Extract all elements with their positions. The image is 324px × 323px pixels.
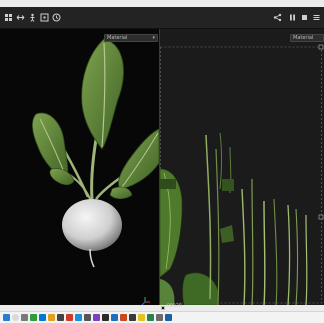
app-4-icon[interactable]: [57, 314, 64, 321]
app-9-icon[interactable]: [102, 314, 109, 321]
app-10-icon[interactable]: [111, 314, 118, 321]
app-6-icon[interactable]: [75, 314, 82, 321]
pbr-checkbox-label: PBR3R: [167, 304, 182, 309]
material-select-3d-value: Material: [107, 35, 128, 41]
app-5-icon[interactable]: [66, 314, 73, 321]
figure-icon[interactable]: [28, 13, 37, 22]
uv-texture-viewport[interactable]: Material: [160, 29, 324, 305]
arrows-icon[interactable]: [16, 13, 25, 22]
app-window: Material ▾ Material PBR3R: [0, 7, 324, 310]
grid-icon[interactable]: [4, 13, 13, 22]
app-2-icon[interactable]: [39, 314, 46, 321]
app-15-icon[interactable]: [156, 314, 163, 321]
material-select-2d-value: Material: [293, 35, 314, 41]
app-12-icon[interactable]: [129, 314, 136, 321]
stop-icon[interactable]: [300, 13, 309, 22]
frame-icon[interactable]: [40, 13, 49, 22]
app-7-icon[interactable]: [84, 314, 91, 321]
app-11-icon[interactable]: [120, 314, 127, 321]
app-1-icon[interactable]: [30, 314, 37, 321]
clock-icon[interactable]: [52, 13, 61, 22]
chevron-down-icon: ▾: [152, 35, 155, 41]
material-select-2d[interactable]: Material: [290, 34, 324, 42]
menu-icon[interactable]: [312, 13, 321, 22]
windows-icon[interactable]: [3, 314, 10, 321]
toolbar: [0, 7, 324, 29]
taskview-icon[interactable]: [21, 314, 28, 321]
taskbar: [0, 311, 324, 323]
search-icon[interactable]: [12, 314, 19, 321]
pbr-checkbox[interactable]: [161, 306, 165, 310]
pause-icon[interactable]: [288, 13, 297, 22]
app-14-icon[interactable]: [147, 314, 154, 321]
axis-gizmo-icon: [139, 293, 151, 305]
share-icon[interactable]: [273, 13, 282, 22]
turnip-model: [32, 38, 159, 268]
3d-viewport[interactable]: Material ▾: [0, 29, 159, 305]
texture-canvas: [160, 44, 324, 305]
app-3-icon[interactable]: [48, 314, 55, 321]
app-16-icon[interactable]: [165, 314, 172, 321]
app-8-icon[interactable]: [93, 314, 100, 321]
app-13-icon[interactable]: [138, 314, 145, 321]
material-select-3d[interactable]: Material ▾: [104, 34, 158, 42]
